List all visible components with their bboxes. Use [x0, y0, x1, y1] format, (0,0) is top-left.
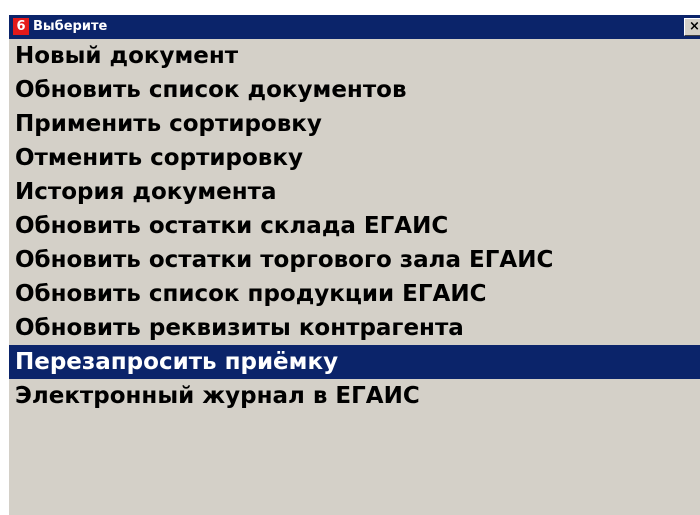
- titlebar: 6 Выберите ×: [9, 15, 700, 39]
- menu-item-cancel-sorting[interactable]: Отменить сортировку: [9, 141, 700, 175]
- menu-item-egais-journal[interactable]: Электронный журнал в ЕГАИС: [9, 379, 700, 413]
- dialog-title: Выберите: [33, 19, 108, 34]
- menu-item-refresh-product-list[interactable]: Обновить список продукции ЕГАИС: [9, 277, 700, 311]
- close-button[interactable]: ×: [684, 18, 700, 36]
- menu-item-refresh-sales-floor-stock[interactable]: Обновить остатки торгового зала ЕГАИС: [9, 243, 700, 277]
- menu-item-refresh-document-list[interactable]: Обновить список документов: [9, 73, 700, 107]
- choose-dialog: 6 Выберите × Новый документ Обновить спи…: [8, 14, 700, 515]
- app-badge-icon: 6: [13, 18, 29, 35]
- menu-item-refresh-warehouse-stock[interactable]: Обновить остатки склада ЕГАИС: [9, 209, 700, 243]
- menu-item-apply-sorting[interactable]: Применить сортировку: [9, 107, 700, 141]
- menu-item-new-document[interactable]: Новый документ: [9, 39, 700, 73]
- menu-item-re-request-receipt[interactable]: Перезапросить приёмку: [9, 345, 700, 379]
- menu-item-refresh-counterparty-details[interactable]: Обновить реквизиты контрагента: [9, 311, 700, 345]
- action-menu: Новый документ Обновить список документо…: [9, 39, 700, 413]
- menu-item-document-history[interactable]: История документа: [9, 175, 700, 209]
